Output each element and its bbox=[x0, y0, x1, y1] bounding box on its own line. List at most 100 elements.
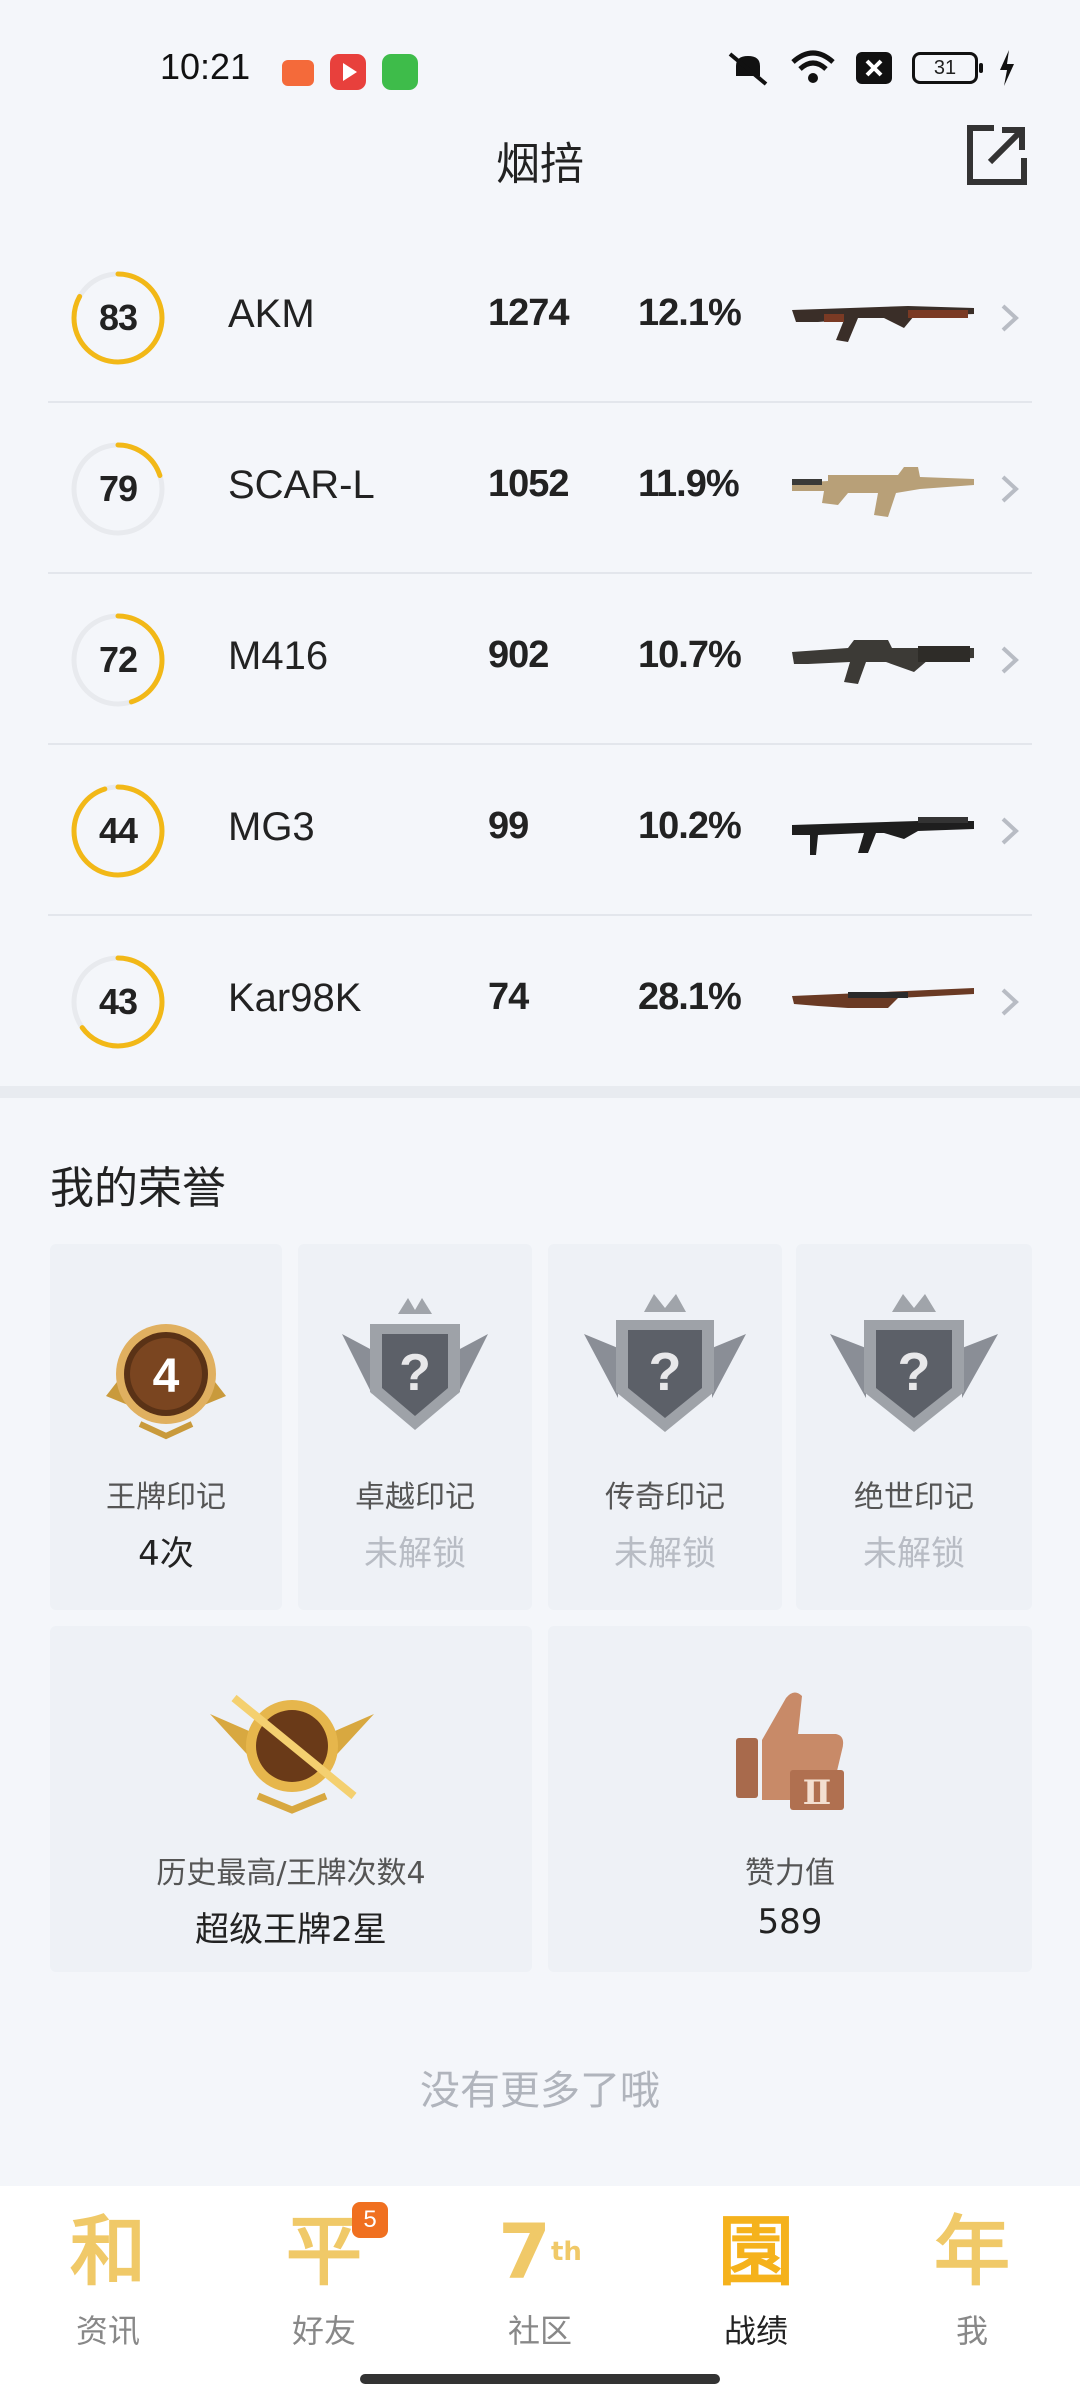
honor-card-like-power[interactable]: Ⅱ 赞力值 589 bbox=[548, 1626, 1032, 1972]
home-indicator[interactable] bbox=[360, 2374, 720, 2384]
honor-card-highest-rank[interactable]: 历史最高/王牌次数4 超级王牌2星 bbox=[50, 1626, 532, 1972]
proficiency-score: 72 bbox=[98, 639, 138, 680]
rank-label: 历史最高/王牌次数4 bbox=[156, 1856, 426, 1891]
locked-mark-badge-icon: ? bbox=[342, 1298, 488, 1430]
svg-text:Ⅱ: Ⅱ bbox=[803, 1773, 832, 1813]
honor-card-peerless-mark[interactable]: ? 绝世印记 未解锁 bbox=[796, 1244, 1032, 1610]
page-header: 烟掊 bbox=[0, 118, 1080, 198]
weapon-kills: 902 bbox=[488, 634, 549, 676]
weapon-rate: 10.7% bbox=[638, 634, 742, 676]
honor-card-excellence-mark[interactable]: ? 卓越印记 未解锁 bbox=[298, 1244, 532, 1610]
honor-label: 绝世印记 bbox=[854, 1480, 974, 1515]
thumbs-up-icon: Ⅱ bbox=[736, 1692, 844, 1813]
nav-label: 资讯 bbox=[75, 2312, 140, 2350]
svg-text:?: ? bbox=[898, 1342, 931, 1402]
weapon-image bbox=[792, 467, 974, 517]
honor-label: 传奇印记 bbox=[605, 1480, 725, 1515]
weapon-name: MG3 bbox=[228, 805, 315, 849]
svg-text:?: ? bbox=[649, 1342, 682, 1402]
battery-indicator: 31 bbox=[912, 52, 983, 84]
honor-value: 未解锁 bbox=[364, 1534, 466, 1574]
nav-icon: 7th bbox=[498, 2207, 582, 2296]
nav-records[interactable]: 園 战绩 bbox=[676, 2202, 836, 2352]
nav-label: 社区 bbox=[507, 2312, 572, 2350]
wifi-icon bbox=[791, 50, 835, 83]
status-time: 10:21 bbox=[160, 46, 251, 87]
notification-badge: 5 bbox=[352, 2202, 388, 2238]
ace-rank-badge-icon bbox=[210, 1694, 374, 1814]
nav-news[interactable]: 和 资讯 bbox=[28, 2202, 188, 2352]
locked-mark-badge-icon: ? bbox=[584, 1294, 746, 1432]
nav-icon: 園 bbox=[718, 2207, 794, 2296]
weapon-rate: 28.1% bbox=[638, 976, 742, 1018]
proficiency-score: 43 bbox=[98, 981, 138, 1022]
video-app-icon bbox=[330, 54, 366, 90]
weapon-image bbox=[792, 817, 974, 855]
weapon-row[interactable]: 44 MG3 99 10.2% bbox=[48, 745, 1032, 916]
weapon-image bbox=[792, 640, 974, 684]
section-divider bbox=[0, 1086, 1080, 1098]
share-icon[interactable] bbox=[964, 122, 1030, 188]
nav-icon: 年 bbox=[934, 2207, 1010, 2296]
chevron-right-icon bbox=[1001, 817, 1019, 845]
honor-value: 未解锁 bbox=[614, 1534, 716, 1574]
screen: 10:21 31 烟掊 83 AKM 1274 12.1% 79 SCAR-L … bbox=[0, 0, 1080, 2400]
honor-label: 卓越印记 bbox=[355, 1480, 475, 1515]
weapon-name: AKM bbox=[228, 292, 315, 336]
weapon-row[interactable]: 79 SCAR-L 1052 11.9% bbox=[48, 403, 1032, 574]
weapon-list: 83 AKM 1274 12.1% 79 SCAR-L 1052 11.9% 7… bbox=[48, 232, 1032, 1087]
honor-value: 未解锁 bbox=[863, 1534, 965, 1574]
like-power-label: 赞力值 bbox=[745, 1856, 835, 1891]
chevron-right-icon bbox=[1001, 304, 1019, 332]
store-app-icon bbox=[382, 54, 418, 90]
mute-icon bbox=[728, 52, 768, 86]
weapon-image bbox=[792, 306, 974, 342]
chevron-right-icon bbox=[1001, 646, 1019, 674]
weapon-row[interactable]: 43 Kar98K 74 28.1% bbox=[48, 916, 1032, 1087]
weapon-rate: 11.9% bbox=[638, 463, 740, 505]
honor-card-legend-mark[interactable]: ? 传奇印记 未解锁 bbox=[548, 1244, 782, 1610]
weapon-kills: 1274 bbox=[488, 292, 570, 334]
weapon-name: M416 bbox=[228, 634, 329, 678]
weapon-image bbox=[792, 988, 974, 1008]
weapon-rate: 12.1% bbox=[638, 292, 742, 334]
rank-value: 超级王牌2星 bbox=[195, 1910, 387, 1950]
honor-card-ace-mark[interactable]: 4 王牌印记 4次 bbox=[50, 1244, 282, 1610]
weapon-kills: 74 bbox=[488, 976, 529, 1018]
chevron-right-icon bbox=[1001, 475, 1019, 503]
end-of-list-text: 没有更多了哦 bbox=[420, 2068, 660, 2114]
weapon-row[interactable]: 83 AKM 1274 12.1% bbox=[48, 232, 1032, 403]
sim-off-icon bbox=[856, 52, 892, 84]
svg-text:?: ? bbox=[399, 1344, 431, 1402]
nav-community[interactable]: 7th 社区 bbox=[460, 2202, 620, 2352]
locked-mark-badge-icon: ? bbox=[830, 1294, 998, 1432]
status-bar: 10:21 31 bbox=[0, 0, 1080, 120]
proficiency-score: 44 bbox=[98, 810, 138, 851]
honor-label: 王牌印记 bbox=[106, 1480, 226, 1515]
status-icons: 31 bbox=[726, 50, 1016, 86]
weapon-kills: 99 bbox=[488, 805, 529, 847]
weapon-name: SCAR-L bbox=[228, 463, 375, 507]
weapon-kills: 1052 bbox=[488, 463, 570, 505]
charging-icon bbox=[1000, 50, 1014, 86]
proficiency-score: 83 bbox=[98, 297, 138, 338]
honors-title: 我的荣誉 bbox=[50, 1163, 226, 1214]
weapon-name: Kar98K bbox=[228, 976, 362, 1020]
page-title: 烟掊 bbox=[496, 139, 584, 190]
chevron-right-icon bbox=[1001, 988, 1019, 1016]
nav-me[interactable]: 年 我 bbox=[892, 2202, 1052, 2352]
app-notification-icon bbox=[282, 60, 314, 86]
weapon-rate: 10.2% bbox=[638, 805, 742, 847]
honor-value: 4次 bbox=[138, 1534, 194, 1574]
weapon-row[interactable]: 72 M416 902 10.7% bbox=[48, 574, 1032, 745]
nav-label: 战绩 bbox=[723, 2312, 788, 2350]
proficiency-score: 79 bbox=[98, 468, 138, 509]
ace-mark-count: 4 bbox=[153, 1350, 180, 1403]
ace-mark-badge-icon: 4 bbox=[106, 1324, 226, 1440]
bottom-navigation: 和 资讯 平 好友 5 7th 社区 園 战绩 年 我 bbox=[0, 2186, 1080, 2400]
nav-icon: 和 bbox=[70, 2207, 146, 2296]
nav-friends[interactable]: 平 好友 5 bbox=[244, 2202, 404, 2352]
like-power-value: 589 bbox=[757, 1902, 823, 1942]
nav-label: 好友 bbox=[291, 2312, 356, 2350]
nav-label: 我 bbox=[955, 2312, 988, 2350]
